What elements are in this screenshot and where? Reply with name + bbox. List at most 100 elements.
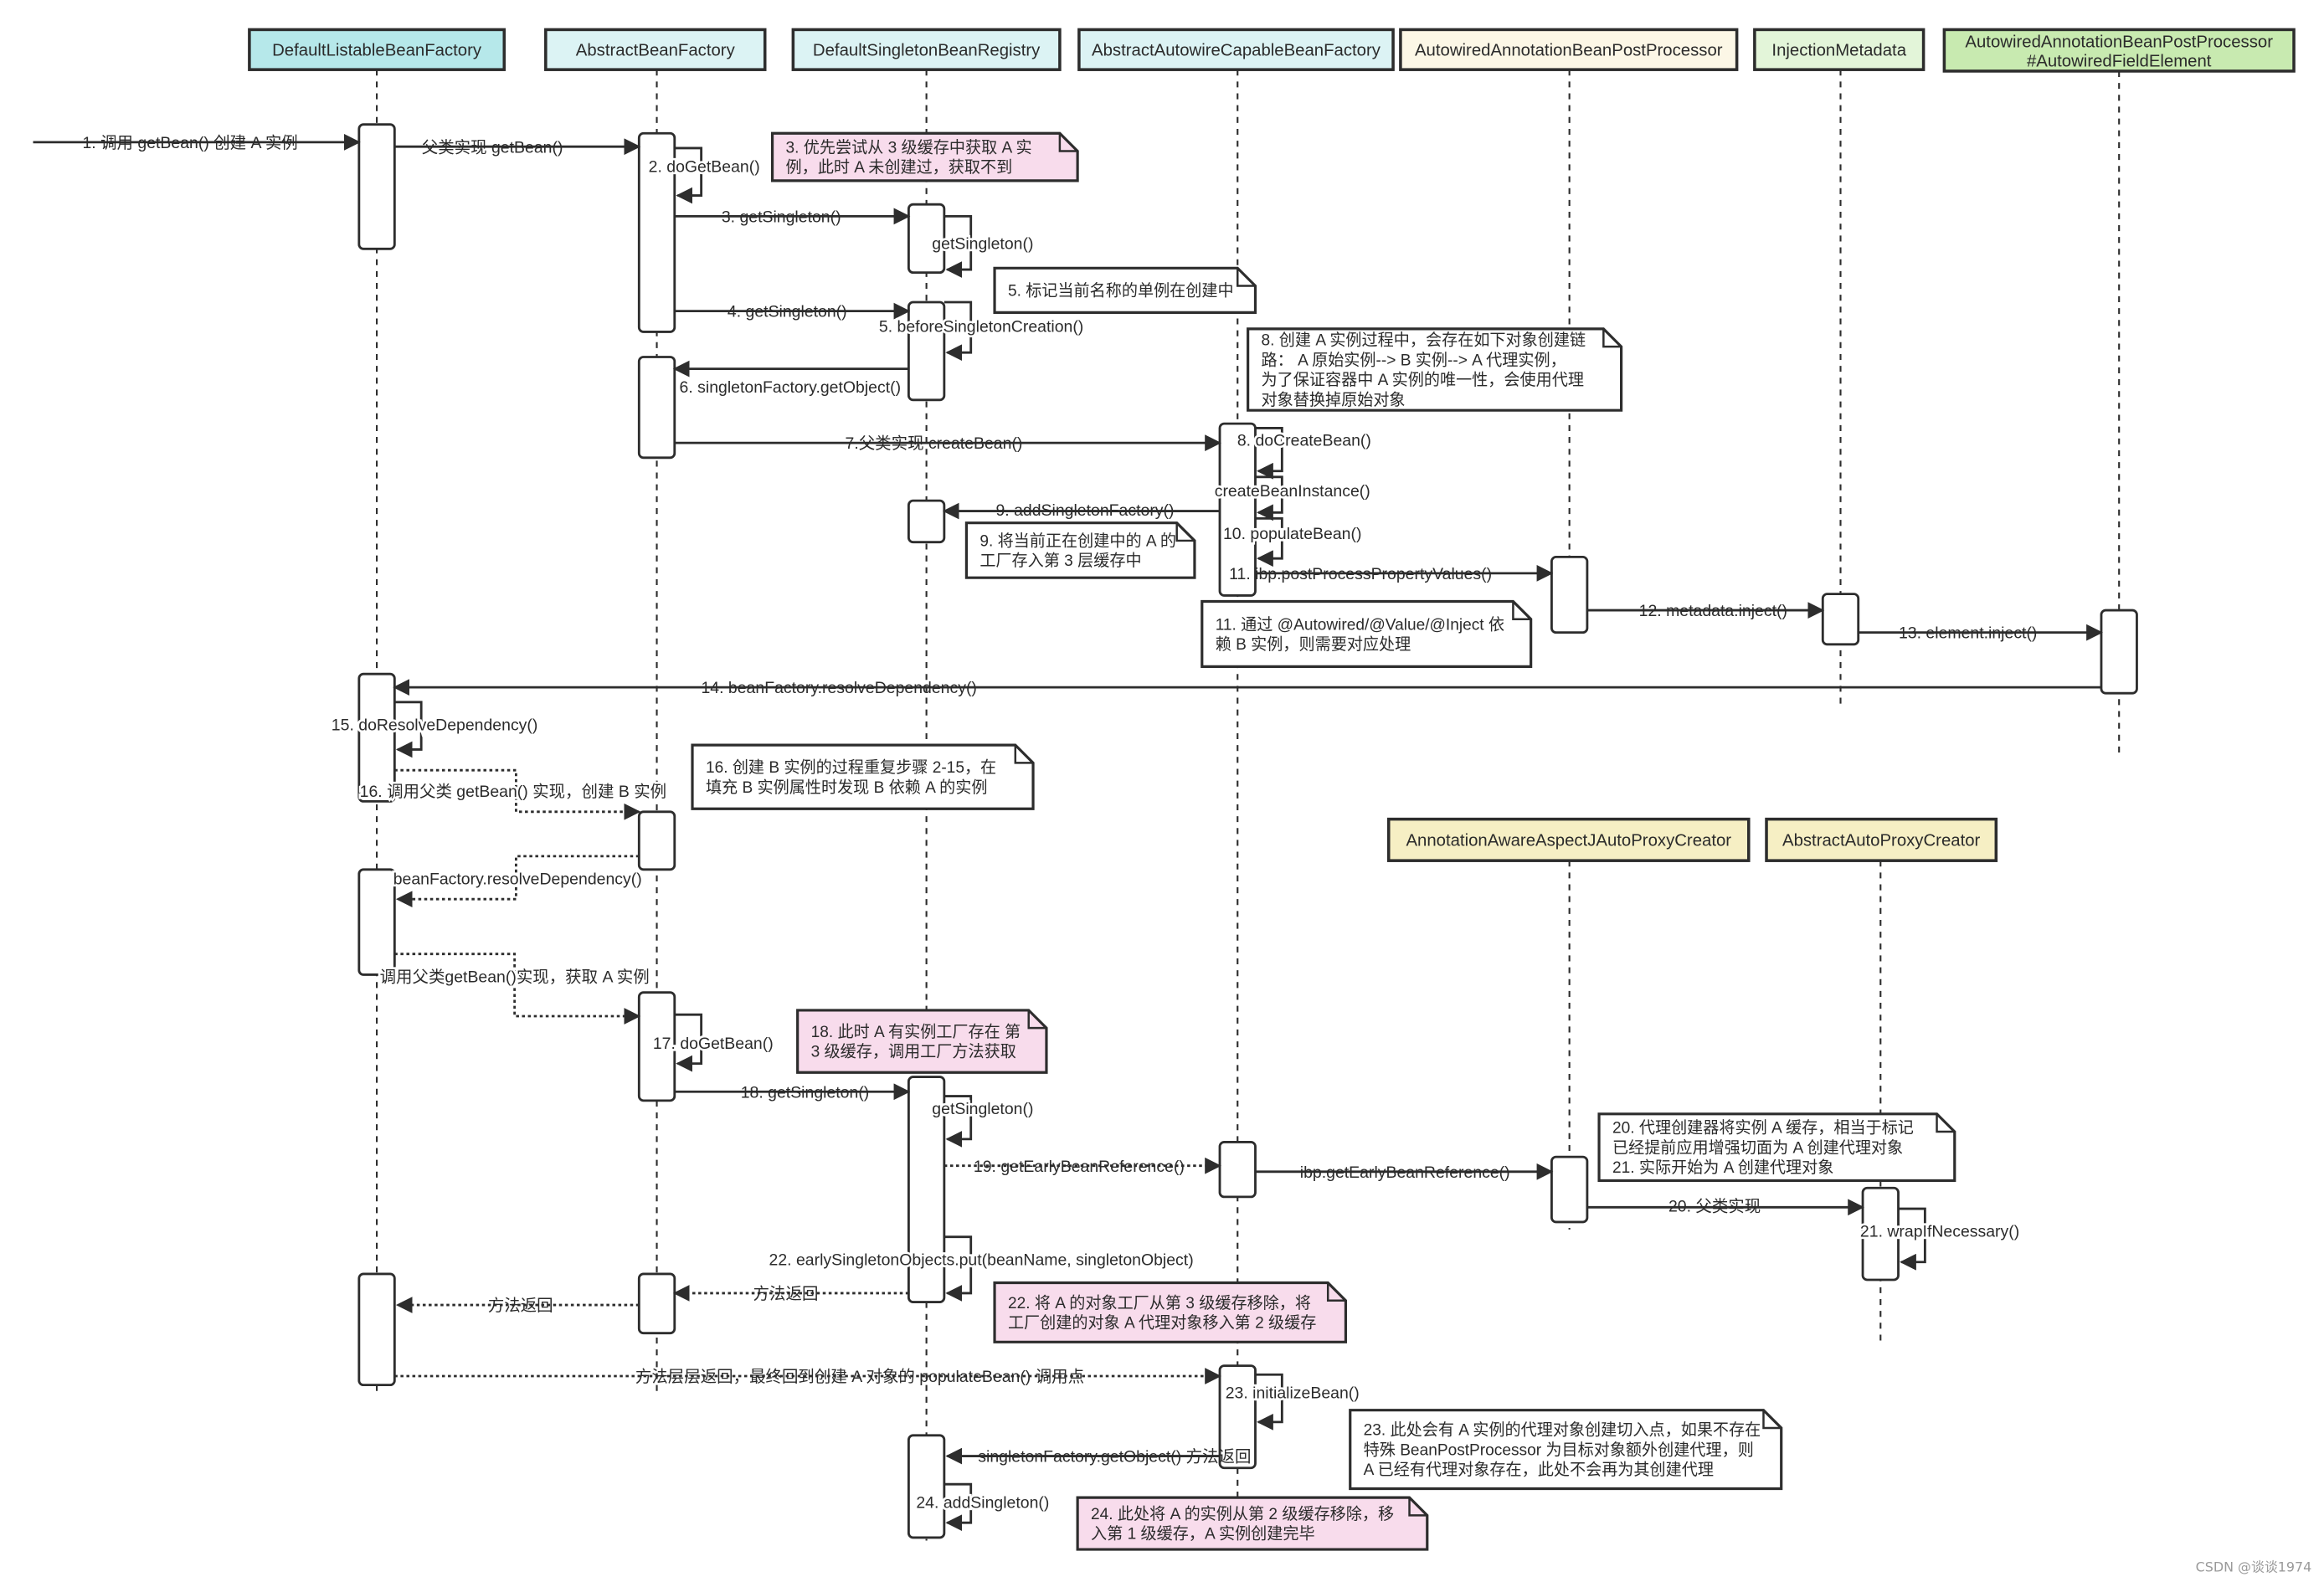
activation-bar-dlbf: [357, 123, 396, 250]
note-box: [993, 1281, 1348, 1343]
note-text-line: A 已经有代理对象存在，此处不会再为其创建代理: [1364, 1461, 1714, 1479]
message-m16b: beanFactory.resolveDependency(): [391, 855, 644, 908]
message-label: createBeanInstance(): [1215, 482, 1370, 501]
activation-bar-aaajapc: [1550, 1155, 1589, 1224]
message-m22r3: 方法层层返回，最终回到创建 A 对象的 populateBean() 调用点: [394, 1368, 1221, 1386]
note-text-line: 20. 代理创建器将实例 A 缓存，相当于标记: [1612, 1119, 1914, 1138]
message-label: 24. addSingleton(): [916, 1494, 1049, 1513]
note-n11: 11. 通过 @Autowired/@Value/@Inject 依赖 B 实例…: [1201, 599, 1533, 668]
message-m22r1: 方法返回: [672, 1285, 909, 1303]
note-text-line: 入第 1 级缓存，A 实例创建完毕: [1091, 1525, 1315, 1543]
message-label: 方法返回: [753, 1285, 819, 1303]
activation-bar-abf: [637, 810, 676, 871]
note-n8: 8. 创建 A 实例过程中，会存在如下对象创建链路： A 原始实例--> B 实…: [1247, 327, 1623, 412]
note-text-line: 21. 实际开始为 A 创建代理对象: [1612, 1158, 1833, 1177]
message-m6: 6. singletonFactory.getObject(): [672, 360, 909, 397]
message-label: 12. metadata.inject(): [1639, 602, 1787, 620]
note-text-line: 已经提前应用增强切面为 A 创建代理对象: [1612, 1138, 1903, 1157]
note-text-line: 11. 通过 @Autowired/@Value/@Inject 依: [1216, 615, 1504, 634]
note-text-line: 5. 标记当前名称的单例在创建中: [1008, 282, 1234, 300]
message-label: 5. beforeSingletonCreation(): [879, 317, 1083, 336]
message-label: 2. doGetBean(): [649, 157, 760, 176]
activation-bar-dsbr: [907, 1434, 946, 1539]
message-m7: 7.父类实现 createBean(): [674, 434, 1221, 453]
activation-bar-im: [1821, 593, 1860, 646]
message-m16: 16. 调用父类 getBean() 实现，创建 B 实例: [357, 768, 669, 820]
message-label: getSingleton(): [932, 234, 1033, 253]
note-text-line: 工厂存入第 3 层缓存中: [979, 552, 1141, 570]
note-text-line: 9. 将当前正在创建中的 A 的: [979, 532, 1176, 550]
note-text-line: 18. 此时 A 有实例工厂存在 第: [811, 1023, 1021, 1041]
message-label: 22. earlySingletonObjects.put(beanName, …: [769, 1251, 1194, 1269]
message-label: 11. ibp.postProcessPropertyValues(): [1229, 565, 1492, 583]
note-text-line: 16. 创建 B 实例的过程重复步骤 2-15，在: [706, 758, 996, 777]
message-label: 18. getSingleton(): [741, 1083, 870, 1102]
message-label: 10. populateBean(): [1223, 525, 1361, 543]
participant-dsbr: DefaultSingletonBeanRegistry: [791, 28, 1062, 71]
message-label: 13. element.inject(): [1899, 624, 2037, 643]
note-text-line: 8. 创建 A 实例过程中，会存在如下对象创建链: [1262, 331, 1586, 350]
message-label: 方法层层返回，最终回到创建 A 对象的 populateBean() 调用点: [635, 1368, 1084, 1386]
note-n22: 22. 将 A 的对象工厂从第 3 级缓存移除，将工厂创建的对象 A 代理对象移…: [993, 1281, 1348, 1343]
note-n3: 3. 优先尝试从 3 级缓存中获取 A 实例，此时 A 未创建过，获取不到: [770, 131, 1079, 182]
message-label: 调用父类getBean()实现，获取 A 实例: [380, 968, 650, 986]
note-n16: 16. 创建 B 实例的过程重复步骤 2-15，在填充 B 实例属性时发现 B …: [691, 743, 1035, 810]
message-m3s: getSingleton(): [930, 214, 1036, 278]
note-text-line: 为了保证容器中 A 实例的唯一性，会使用代理: [1262, 371, 1584, 389]
message-label: 8. doCreateBean(): [1237, 432, 1371, 450]
message-label: 19. getEarlyBeanReference(): [974, 1158, 1185, 1176]
message-label: 3. getSingleton(): [722, 208, 841, 226]
message-m23r: singletonFactory.getObject() 方法返回: [945, 1448, 1251, 1466]
message-m1: 1. 调用 getBean() 创建 A 实例: [33, 134, 361, 152]
message-m16c: 调用父类getBean()实现，获取 A 实例: [378, 953, 651, 1025]
message-label: 14. beanFactory.resolveDependency(): [701, 679, 976, 697]
activation-bar-abf: [637, 1272, 676, 1335]
note-text-line: 特殊 BeanPostProcessor 为目标对象额外创建代理，则: [1364, 1441, 1754, 1459]
participant-name: AutowiredAnnotationBeanPostProcessor: [1965, 33, 2273, 52]
message-label: 1. 调用 getBean() 创建 A 实例: [82, 134, 297, 152]
message-label: singletonFactory.getObject() 方法返回: [978, 1448, 1251, 1466]
message-m22r2: 方法返回: [395, 1297, 640, 1315]
message-m13: 13. element.inject(): [1858, 624, 2103, 643]
participant-name: InjectionMetadata: [1771, 41, 1906, 59]
participant-name: DefaultListableBeanFactory: [272, 41, 482, 59]
activation-bar-abf: [637, 356, 676, 460]
participant-aapc: AbstractAutoProxyCreator: [1765, 817, 1998, 862]
message-m20: 20. 父类实现: [1586, 1198, 1865, 1216]
message-label: 7.父类实现 createBean(): [846, 434, 1023, 453]
message-m12: 12. metadata.inject(): [1586, 602, 1825, 620]
message-m18s: getSingleton(): [930, 1095, 1036, 1148]
participant-aacbf: AbstractAutowireCapableBeanFactory: [1077, 28, 1395, 71]
message-m1b: 父类实现 getBean(): [394, 138, 641, 157]
note-n24: 24. 此处将 A 的实例从第 2 级缓存移除，移入第 1 级缓存，A 实例创建…: [1076, 1496, 1429, 1551]
note-n18: 18. 此时 A 有实例工厂存在 第 3 级缓存，调用工厂方法获取: [796, 1009, 1048, 1074]
note-text-line: 工厂创建的对象 A 代理对象移入第 2 级缓存: [1008, 1314, 1316, 1333]
note-text-line: 例，此时 A 未创建过，获取不到: [786, 158, 1013, 177]
message-label: 父类实现 getBean(): [422, 138, 563, 157]
note-text-line: 赖 B 实例，则需要对应处理: [1216, 635, 1411, 654]
message-label: 21. wrapIfNecessary(): [1860, 1223, 2019, 1241]
participant-afe: AutowiredAnnotationBeanPostProcessor#Aut…: [1942, 28, 2296, 73]
note-text-line: 3. 优先尝试从 3 级缓存中获取 A 实: [786, 138, 1032, 157]
note-text-line: 对象替换掉原始对象: [1262, 391, 1406, 409]
message-label: 16. 调用父类 getBean() 实现，创建 B 实例: [360, 783, 666, 801]
participant-name: AbstractAutoProxyCreator: [1782, 831, 1981, 850]
activation-bar-dsbr: [907, 499, 946, 544]
watermark: CSDN @谈谈1974: [2196, 1559, 2312, 1575]
note-box: [691, 743, 1035, 810]
message-label: 23. initializeBean(): [1226, 1384, 1360, 1403]
participant-name: AbstractAutowireCapableBeanFactory: [1092, 41, 1381, 59]
note-box: [796, 1009, 1048, 1074]
message-m18: 18. getSingleton(): [674, 1083, 911, 1102]
participant-im: InjectionMetadata: [1753, 28, 1926, 71]
message-label: 20. 父类实现: [1668, 1198, 1761, 1216]
participant-name: AbstractBeanFactory: [576, 41, 736, 59]
message-label: 15. doResolveDependency(): [332, 716, 538, 734]
message-label: 9. addSingletonFactory(): [995, 501, 1174, 520]
note-text-line: 路： A 原始实例--> B 实例--> A 代理实例，: [1262, 351, 1566, 369]
note-n23: 23. 此处会有 A 实例的代理对象创建切入点，如果不存在特殊 BeanPost…: [1349, 1409, 1783, 1491]
message-m8: 8. doCreateBean(): [1235, 427, 1374, 480]
activation-bar-dlbf: [357, 868, 396, 976]
activation-bar-dlbf: [357, 1272, 396, 1387]
activation-bar-aabpp: [1550, 555, 1589, 634]
